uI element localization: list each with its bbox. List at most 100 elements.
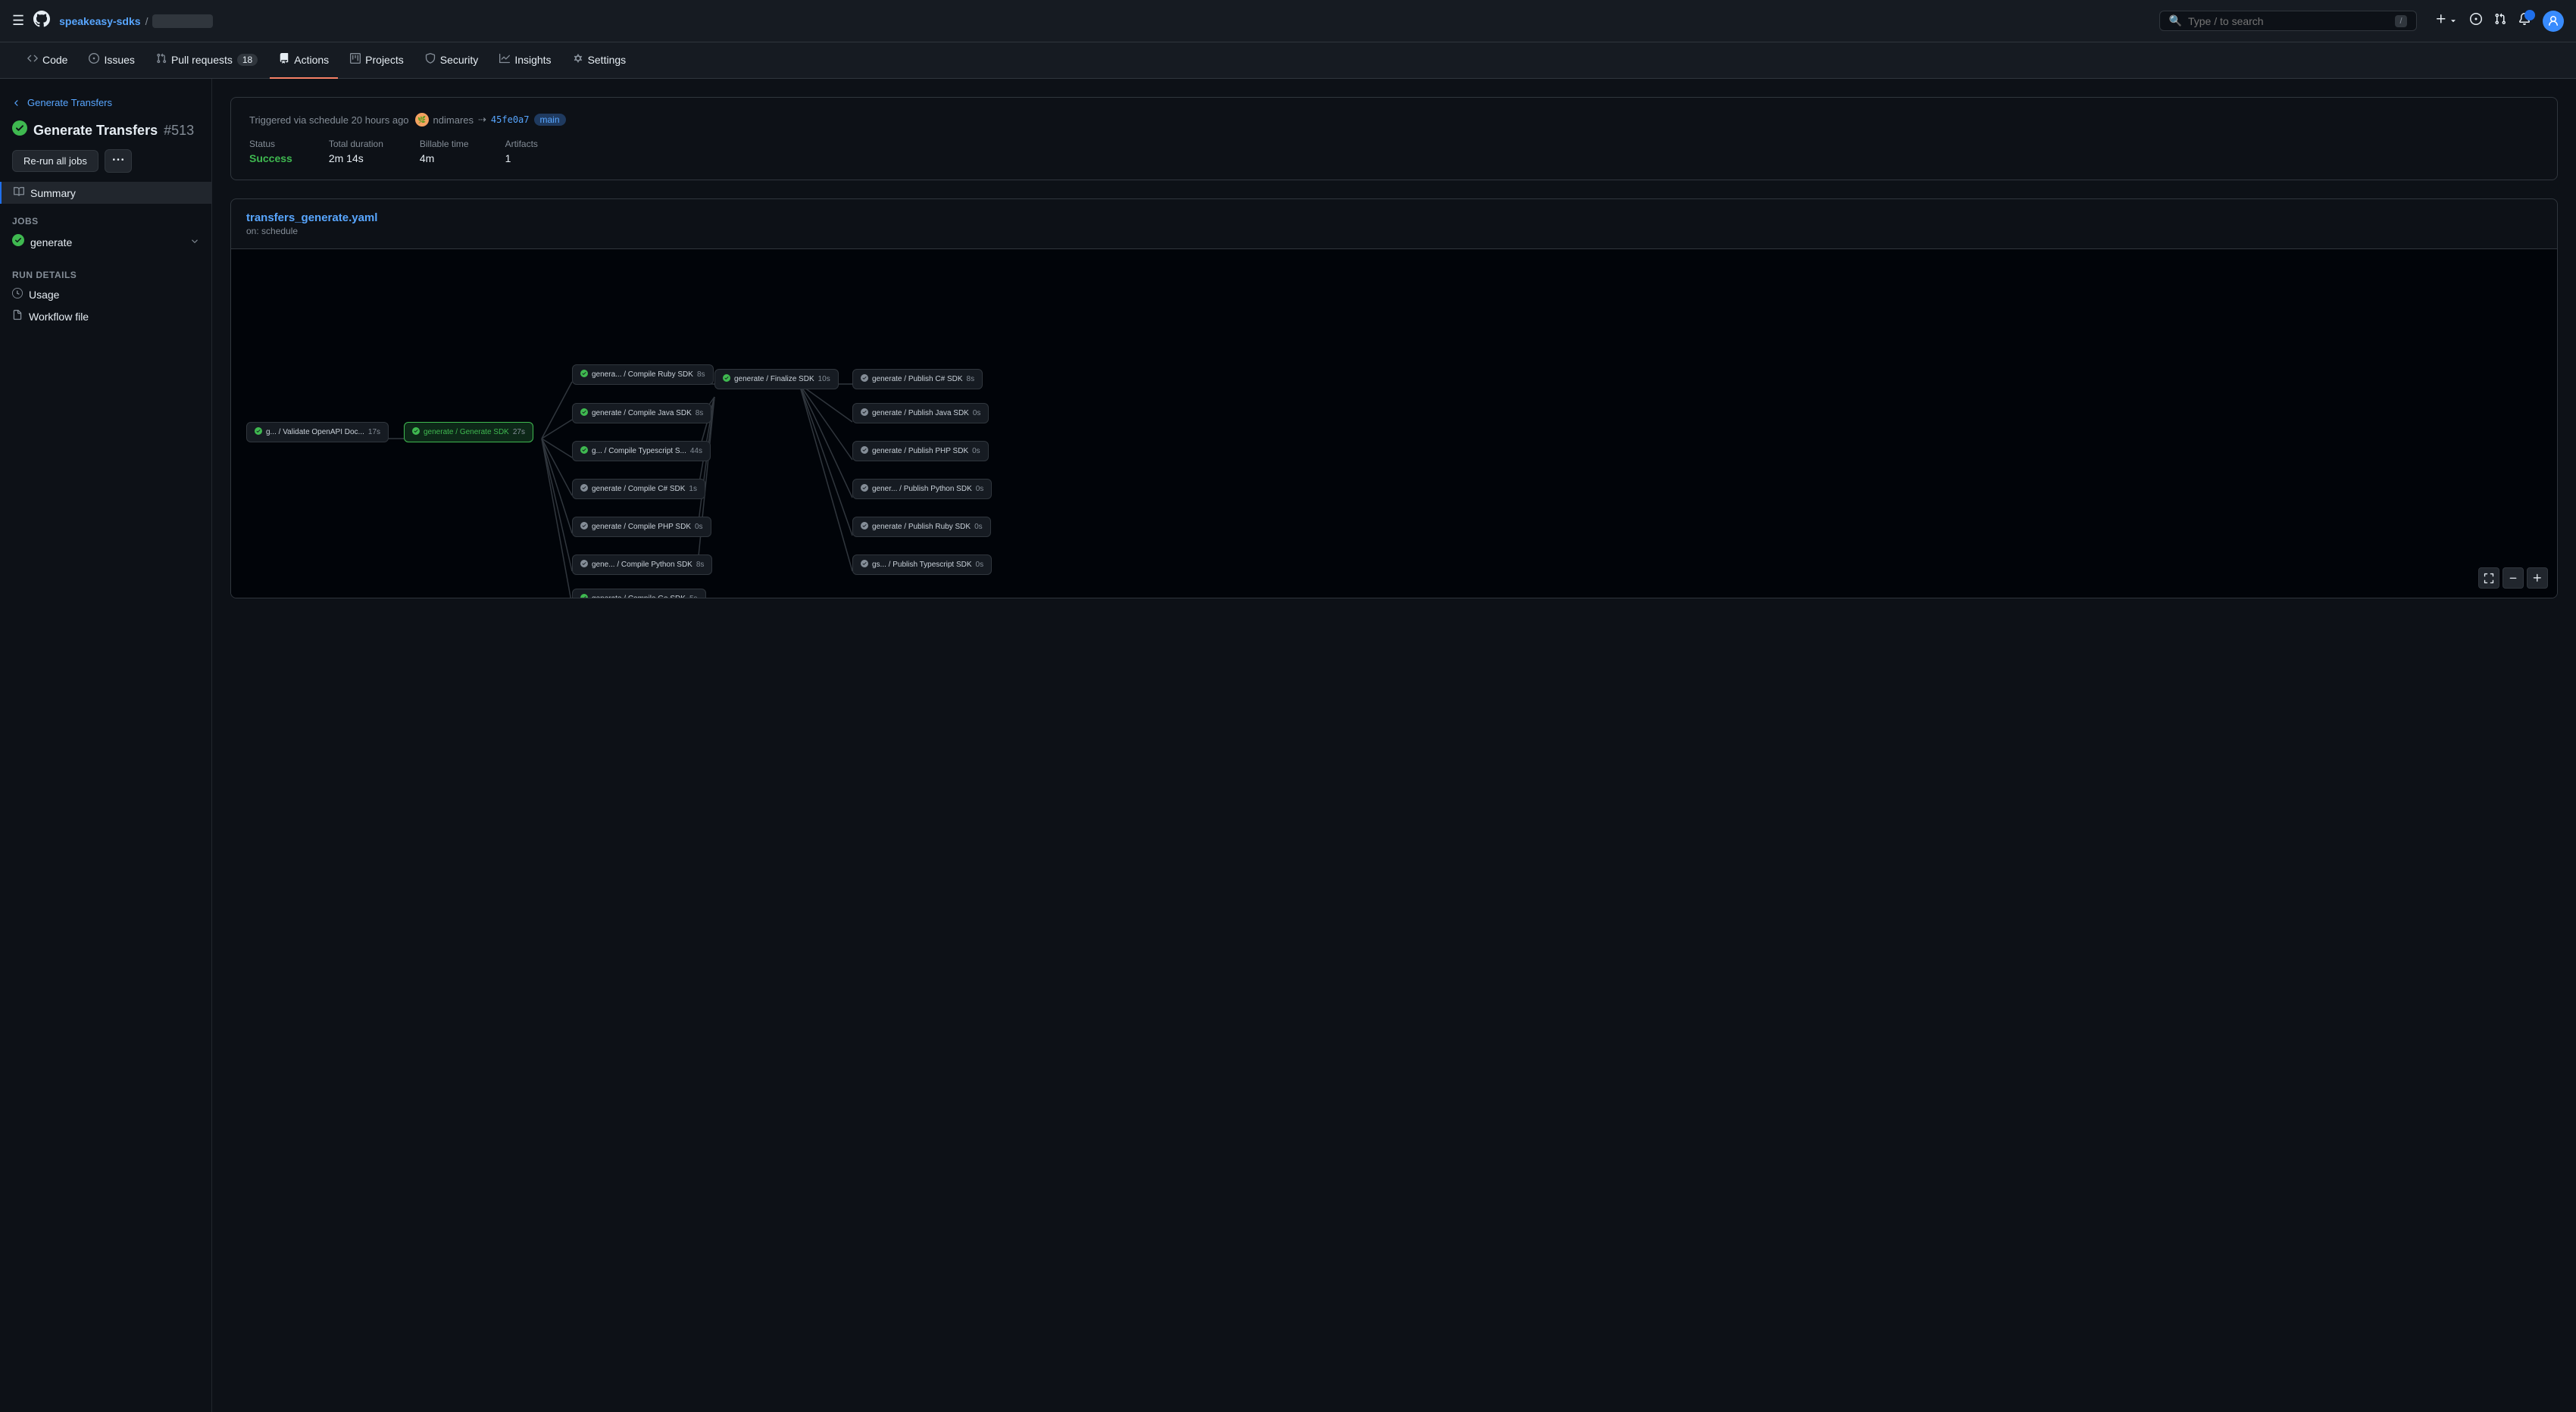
sidebar-workflow-file[interactable]: Workflow file (0, 305, 211, 327)
nav-item-security[interactable]: Security (416, 42, 488, 79)
summary-icon (14, 186, 24, 199)
nav-item-actions[interactable]: Actions (270, 42, 338, 79)
node-compile-python[interactable]: gene... / Compile Python SDK 8s (572, 554, 712, 575)
node-compile-cs[interactable]: generate / Compile C# SDK 1s (572, 479, 705, 499)
nav-item-issues[interactable]: Issues (80, 42, 143, 79)
node-generate-sdk[interactable]: generate / Generate SDK 27s (404, 422, 533, 442)
node-compile-php[interactable]: generate / Compile PHP SDK 0s (572, 517, 711, 537)
node-cs-label: generate / Compile C# SDK (592, 485, 685, 493)
nav-item-pr[interactable]: Pull requests 18 (147, 42, 267, 79)
node-publish-cs[interactable]: generate / Publish C# SDK 8s (852, 369, 983, 389)
node-compile-java[interactable]: generate / Compile Java SDK 8s (572, 403, 711, 423)
nav-actions-label: Actions (294, 54, 329, 66)
top-nav-icons (2435, 11, 2564, 32)
user-avatar: 🌿 (415, 113, 429, 127)
node-finalize[interactable]: generate / Finalize SDK 10s (714, 369, 839, 389)
workflow-card: transfers_generate.yaml on: schedule (230, 198, 2558, 598)
node-publish-ts[interactable]: gs... / Publish Typescript SDK 0s (852, 554, 992, 575)
actions-nav-icon (279, 53, 289, 66)
sidebar-actions: Re-run all jobs (0, 149, 211, 182)
job-label: generate (30, 236, 72, 248)
billable-value: 4m (420, 152, 469, 164)
node-python-time: 8s (696, 561, 705, 569)
node-php-label: generate / Compile PHP SDK (592, 523, 691, 531)
repo-owner[interactable]: speakeasy-sdks (59, 15, 140, 27)
node-cs-icon (580, 484, 588, 494)
node-finalize-icon (723, 374, 730, 384)
duration-label: Total duration (329, 139, 383, 149)
plus-icon[interactable] (2435, 13, 2458, 29)
node-ruby-icon (580, 370, 588, 380)
workflow-diagram: g... / Validate OpenAPI Doc... 17s gener… (231, 249, 2557, 598)
fit-button[interactable] (2478, 567, 2499, 589)
nav-insights-label: Insights (514, 54, 551, 66)
node-ruby-time: 8s (697, 370, 705, 379)
node-pub-py-icon (861, 484, 868, 494)
zoom-in-button[interactable] (2527, 567, 2548, 589)
node-publish-ruby[interactable]: generate / Publish Ruby SDK 0s (852, 517, 991, 537)
issues-icon[interactable] (2470, 13, 2482, 29)
nav-item-code[interactable]: Code (18, 42, 77, 79)
settings-nav-icon (573, 53, 583, 66)
node-publish-php[interactable]: generate / Publish PHP SDK 0s (852, 441, 989, 461)
job-success-icon (12, 234, 24, 250)
zoom-out-button[interactable] (2503, 567, 2524, 589)
avatar[interactable] (2543, 11, 2564, 32)
code-icon (27, 53, 38, 66)
nav-item-settings[interactable]: Settings (564, 42, 636, 79)
pr-icon[interactable] (2494, 13, 2506, 29)
back-link[interactable]: Generate Transfers (0, 91, 211, 114)
rerun-button[interactable]: Re-run all jobs (12, 150, 98, 172)
jobs-section: Jobs generate (0, 204, 211, 255)
connector-svg (231, 249, 2557, 598)
status-value: Success (249, 152, 292, 164)
hamburger-icon[interactable]: ☰ (12, 13, 24, 29)
nav-security-label: Security (440, 54, 479, 66)
node-python-label: gene... / Compile Python SDK (592, 561, 692, 569)
run-details-label: Run details (0, 264, 211, 283)
job-item-generate[interactable]: generate (0, 230, 211, 255)
node-go-time: 5s (689, 595, 698, 598)
node-pub-ts-label: gs... / Publish Typescript SDK (872, 561, 972, 569)
node-pub-py-label: gener... / Publish Python SDK (872, 485, 972, 493)
nav-pr-label: Pull requests (171, 54, 233, 66)
node-validate[interactable]: g... / Validate OpenAPI Doc... 17s (246, 422, 389, 442)
node-pub-cs-icon (861, 374, 868, 384)
run-number: #513 (164, 123, 194, 139)
node-pub-php-label: generate / Publish PHP SDK (872, 447, 968, 455)
workflow-title: Generate Transfers #513 (0, 114, 211, 149)
repo-nav: Code Issues Pull requests 18 Actions Pro… (0, 42, 2576, 79)
status-label: Status (249, 139, 292, 149)
sidebar-summary[interactable]: Summary (0, 182, 211, 204)
workflow-filename: transfers_generate.yaml (246, 211, 2542, 224)
pr-nav-icon (156, 53, 167, 66)
summary-card: Triggered via schedule 20 hours ago 🌿 nd… (230, 97, 2558, 180)
summary-row: Status Success Total duration 2m 14s Bil… (249, 139, 2539, 164)
github-logo (33, 11, 50, 32)
notifications-icon[interactable] (2518, 13, 2531, 29)
search-bar[interactable]: 🔍 / (2159, 11, 2417, 31)
main-layout: Generate Transfers Generate Transfers #5… (0, 79, 2576, 1412)
nav-item-insights[interactable]: Insights (490, 42, 560, 79)
node-compile-go[interactable]: generate / Compile Go SDK 5s (572, 589, 706, 598)
node-publish-java[interactable]: generate / Publish Java SDK 0s (852, 403, 989, 423)
node-compile-ts[interactable]: g... / Compile Typescript S... 44s (572, 441, 711, 461)
nav-item-projects[interactable]: Projects (341, 42, 413, 79)
trigger-text: Triggered via schedule 20 hours ago (249, 114, 409, 126)
workflow-name: Generate Transfers (33, 123, 158, 139)
summary-artifacts: Artifacts 1 (505, 139, 538, 164)
node-pub-java-label: generate / Publish Java SDK (872, 409, 969, 417)
node-pub-py-time: 0s (976, 485, 984, 493)
sidebar-usage[interactable]: Usage (0, 283, 211, 305)
diagram-controls (2478, 567, 2548, 589)
node-publish-python[interactable]: gener... / Publish Python SDK 0s (852, 479, 992, 499)
job-item-left: generate (12, 234, 72, 250)
node-compile-ruby[interactable]: genera... / Compile Ruby SDK 8s (572, 364, 714, 385)
node-gen-time: 27s (513, 428, 525, 436)
node-pub-ruby-label: generate / Publish Ruby SDK (872, 523, 971, 531)
more-options-button[interactable] (105, 149, 132, 173)
workflow-success-icon (12, 120, 27, 140)
search-input[interactable] (2188, 15, 2390, 27)
jobs-section-label: Jobs (0, 210, 211, 230)
summary-status: Status Success (249, 139, 292, 164)
